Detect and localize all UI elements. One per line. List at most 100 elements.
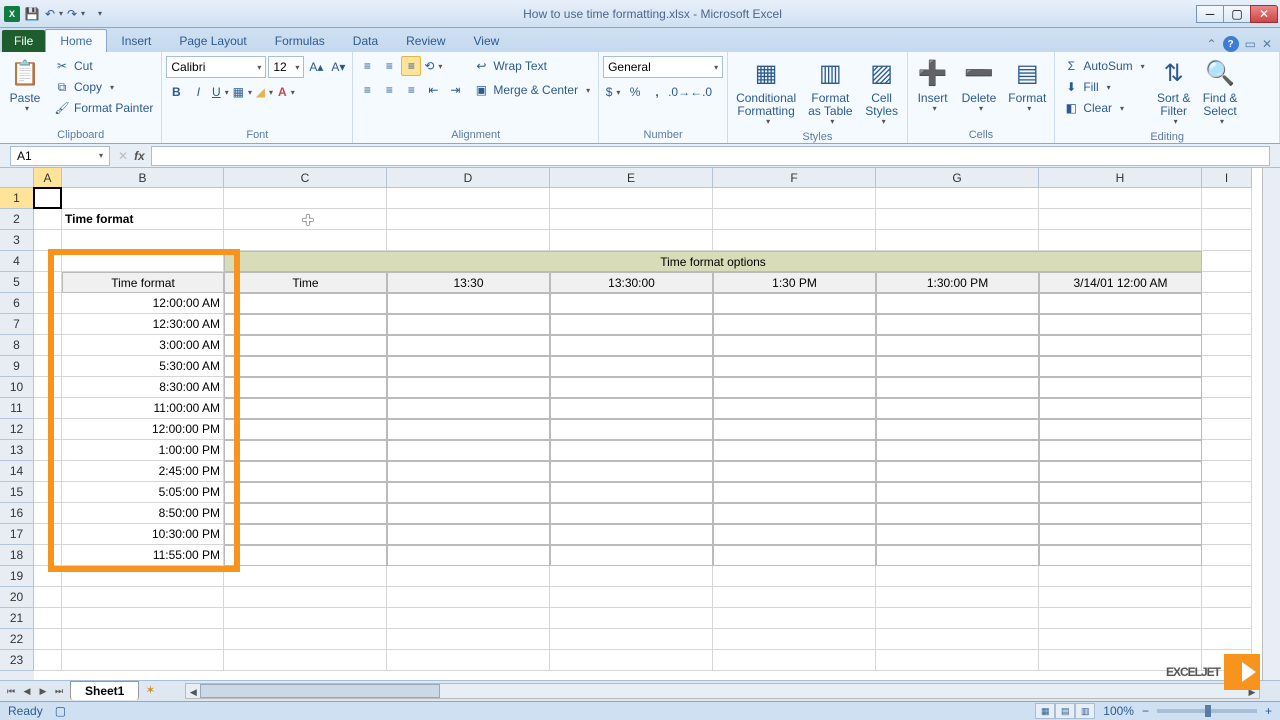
data-cell[interactable]: 10:30:00 PM [62,524,224,545]
row-header[interactable]: 8 [0,335,34,356]
cells-area[interactable]: Time formatTime format optionsTime forma… [34,188,1280,680]
cell[interactable] [1039,230,1202,251]
cell[interactable] [1202,209,1252,230]
cell[interactable] [34,545,62,566]
row-header[interactable]: 1 [0,188,34,209]
grow-font-button[interactable]: A▴ [306,57,326,77]
row-header[interactable]: 17 [0,524,34,545]
data-cell[interactable]: 11:55:00 PM [62,545,224,566]
font-size-combo[interactable]: 12▾ [268,56,304,78]
data-cell[interactable] [1039,335,1202,356]
row-header[interactable]: 22 [0,629,34,650]
data-cell[interactable] [1039,524,1202,545]
cell[interactable] [34,650,62,671]
row-header[interactable]: 11 [0,398,34,419]
cell[interactable] [1202,335,1252,356]
cell[interactable] [550,650,713,671]
data-cell[interactable] [387,293,550,314]
workbook-close-icon[interactable]: ✕ [1262,37,1272,51]
align-center-button[interactable]: ≡ [379,80,399,100]
cell[interactable] [1039,629,1202,650]
row-header[interactable]: 4 [0,251,34,272]
cell[interactable] [224,608,387,629]
fx-icon[interactable]: fx [134,149,145,163]
cell[interactable] [1202,398,1252,419]
data-cell[interactable]: 5:30:00 AM [62,356,224,377]
cell[interactable] [224,650,387,671]
column-header[interactable]: D [387,168,550,188]
data-cell[interactable]: 12:00:00 AM [62,293,224,314]
cell[interactable] [1202,566,1252,587]
cell[interactable] [876,188,1039,209]
cell[interactable] [1039,188,1202,209]
cell[interactable] [34,587,62,608]
increase-decimal-button[interactable]: .0→ [669,82,689,102]
cell[interactable] [1202,314,1252,335]
autosum-button[interactable]: ΣAutoSum▾ [1059,56,1148,76]
cell[interactable] [1202,545,1252,566]
fill-button[interactable]: ⬇Fill▾ [1059,77,1148,97]
cell[interactable] [713,629,876,650]
clear-button[interactable]: ◧Clear▾ [1059,98,1148,118]
cell[interactable] [876,629,1039,650]
data-cell[interactable] [224,503,387,524]
data-cell[interactable] [1039,398,1202,419]
cell[interactable] [550,566,713,587]
data-cell[interactable] [1039,461,1202,482]
cell[interactable] [876,650,1039,671]
column-header[interactable]: A [34,168,62,188]
first-sheet-button[interactable]: ⏮ [4,683,18,699]
data-cell[interactable] [550,377,713,398]
sort-filter-button[interactable]: ⇅Sort & Filter▾ [1153,56,1195,129]
data-cell[interactable] [1039,293,1202,314]
tab-page-layout[interactable]: Page Layout [165,30,260,52]
zoom-slider[interactable] [1157,709,1257,713]
delete-cells-button[interactable]: ➖Delete▾ [958,56,1001,116]
find-select-button[interactable]: 🔍Find & Select▾ [1199,56,1242,129]
italic-button[interactable]: I [188,82,208,102]
decrease-decimal-button[interactable]: ←.0 [691,82,711,102]
tab-home[interactable]: Home [45,29,107,52]
data-cell[interactable] [713,377,876,398]
row-header[interactable]: 2 [0,209,34,230]
zoom-level[interactable]: 100% [1103,704,1134,718]
data-cell[interactable]: 1:00:00 PM [62,440,224,461]
data-cell[interactable]: 8:50:00 PM [62,503,224,524]
sheet-tab[interactable]: Sheet1 [70,681,139,700]
data-cell[interactable] [876,398,1039,419]
cell[interactable] [1202,419,1252,440]
cell[interactable] [550,209,713,230]
data-cell[interactable]: 8:30:00 AM [62,377,224,398]
insert-cells-button[interactable]: ➕Insert▾ [912,56,954,116]
cut-button[interactable]: ✂Cut [50,56,157,76]
cell[interactable] [1039,566,1202,587]
data-cell[interactable] [1039,482,1202,503]
cell[interactable] [34,566,62,587]
data-cell[interactable] [713,419,876,440]
row-header[interactable]: 14 [0,461,34,482]
table-header[interactable]: Time format [62,272,224,293]
cell[interactable] [62,650,224,671]
qat-customize-icon[interactable]: ▾ [88,4,108,24]
table-header[interactable]: Time [224,272,387,293]
data-cell[interactable] [550,503,713,524]
cell[interactable] [387,209,550,230]
data-cell[interactable] [224,314,387,335]
data-cell[interactable] [713,482,876,503]
last-sheet-button[interactable]: ⏭ [52,683,66,699]
cell[interactable] [224,587,387,608]
column-header[interactable]: C [224,168,387,188]
cell[interactable] [34,524,62,545]
row-header[interactable]: 15 [0,482,34,503]
data-cell[interactable] [876,461,1039,482]
data-cell[interactable] [1039,377,1202,398]
cancel-icon[interactable]: ✕ [118,149,128,163]
data-cell[interactable] [224,545,387,566]
cell-styles-button[interactable]: ▨Cell Styles▾ [861,56,903,129]
row-header[interactable]: 16 [0,503,34,524]
tab-insert[interactable]: Insert [107,30,165,52]
column-header[interactable]: E [550,168,713,188]
column-header[interactable]: H [1039,168,1202,188]
align-right-button[interactable]: ≡ [401,80,421,100]
data-cell[interactable] [876,503,1039,524]
